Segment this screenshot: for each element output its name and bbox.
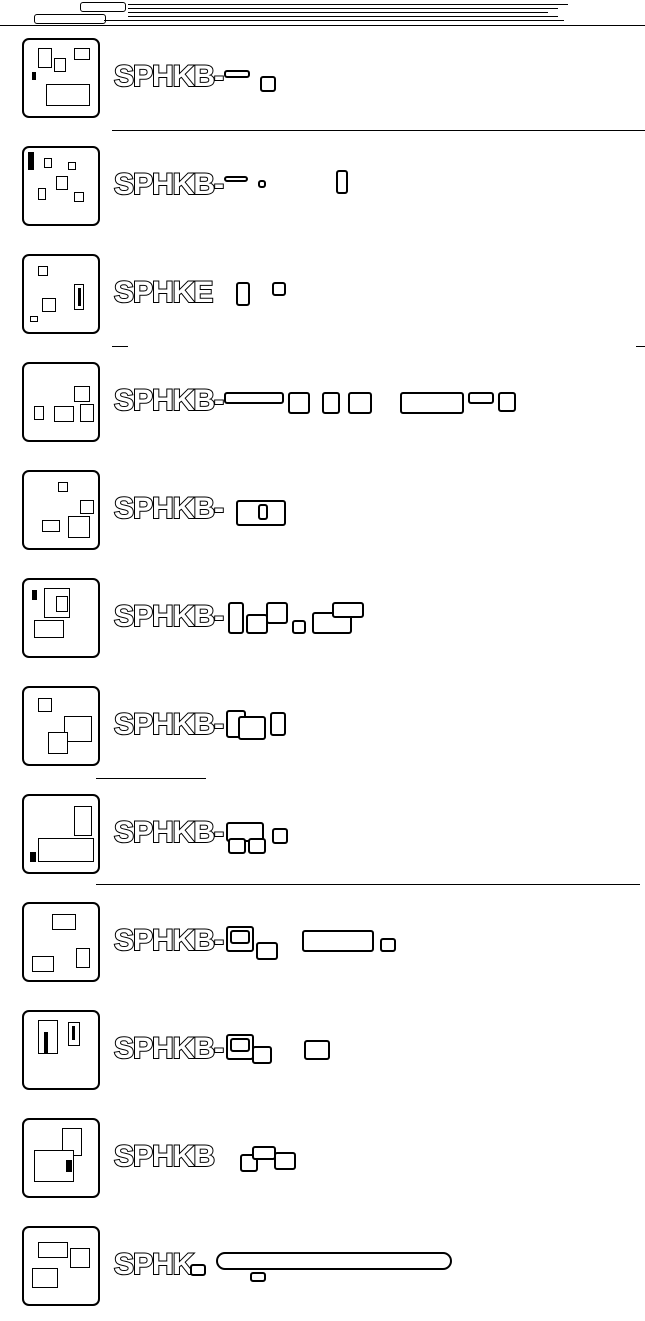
item-label: SPHKB-	[113, 59, 225, 94]
pcb-module-icon	[22, 686, 100, 766]
pcb-module-icon	[22, 1118, 100, 1198]
list-item[interactable]: SPHKB-	[0, 566, 645, 673]
pcb-module-icon	[22, 794, 100, 874]
tab-handle-secondary[interactable]	[34, 14, 106, 24]
item-label: SPHKB-	[113, 923, 225, 958]
pcb-module-icon	[22, 1226, 100, 1306]
pcb-module-icon	[22, 1010, 100, 1090]
item-label: SPHKB-	[113, 383, 225, 418]
item-label: SPHKB-	[113, 599, 225, 634]
list-item[interactable]: SPHKB-	[0, 998, 645, 1105]
item-label: SPHK	[113, 1247, 195, 1282]
list-item[interactable]: SPHKB-	[0, 674, 645, 781]
list-item[interactable]: SPHK	[0, 1214, 645, 1321]
tab-handle[interactable]	[80, 2, 126, 12]
item-label: SPHKB	[113, 1139, 216, 1174]
pcb-module-icon	[22, 38, 100, 118]
list-item[interactable]: SPHKB-	[0, 782, 645, 889]
list-item[interactable]: SPHKB-	[0, 350, 645, 457]
pcb-module-icon	[22, 470, 100, 550]
pcb-module-icon	[22, 578, 100, 658]
pcb-module-icon	[22, 902, 100, 982]
item-label: SPHKB-	[113, 1031, 225, 1066]
item-label: SPHKB-	[113, 167, 225, 202]
item-label: SPHKB-	[113, 491, 225, 526]
list-item[interactable]: SPHKB-	[0, 134, 645, 241]
item-label: SPHKB-	[113, 707, 225, 742]
top-toolbar	[0, 0, 645, 26]
list-item[interactable]: SPHKB-	[0, 458, 645, 565]
list-item[interactable]: SPHKB-	[0, 26, 645, 133]
item-label: SPHKB-	[113, 815, 225, 850]
list-item[interactable]: SPHKB-	[0, 890, 645, 997]
list-item[interactable]: SPHKE	[0, 242, 645, 349]
item-label: SPHKE	[113, 275, 214, 310]
pcb-module-icon	[22, 362, 100, 442]
pcb-module-icon	[22, 254, 100, 334]
list-item[interactable]: SPHKB	[0, 1106, 645, 1213]
pcb-module-icon	[22, 146, 100, 226]
